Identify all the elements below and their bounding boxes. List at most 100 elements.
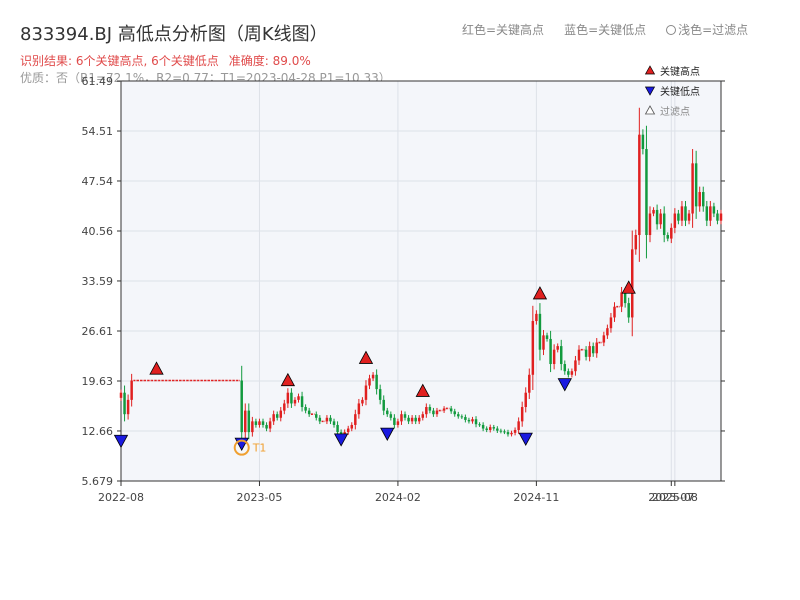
candle xyxy=(552,349,556,365)
candle xyxy=(570,371,574,375)
candle xyxy=(357,403,361,415)
candle xyxy=(432,410,435,415)
candle xyxy=(623,292,627,304)
candle xyxy=(666,235,669,239)
candle xyxy=(393,417,396,425)
candle xyxy=(719,213,723,221)
candle xyxy=(449,408,453,412)
y-tick-label: 33.59 xyxy=(82,275,114,288)
candle xyxy=(471,419,474,422)
candle xyxy=(538,313,542,350)
candle xyxy=(609,317,613,329)
candle xyxy=(531,321,535,375)
candle xyxy=(485,428,488,430)
candle xyxy=(283,403,286,411)
candle xyxy=(655,209,659,225)
candle xyxy=(428,407,432,411)
candle xyxy=(410,417,414,422)
candle xyxy=(602,335,606,343)
candle xyxy=(346,428,350,433)
x-tick-label: 2024-02 xyxy=(375,491,421,504)
candle xyxy=(460,416,464,418)
candle xyxy=(684,206,687,221)
candle xyxy=(694,163,698,207)
candle xyxy=(254,421,258,425)
candle xyxy=(687,213,691,221)
y-tick-label: 19.63 xyxy=(82,375,114,388)
candle xyxy=(126,399,130,415)
candle xyxy=(478,424,481,426)
candle xyxy=(542,335,545,350)
candle xyxy=(545,335,549,339)
x-tick-label: 2023-05 xyxy=(236,491,282,504)
candle xyxy=(265,424,268,429)
candle xyxy=(574,360,577,372)
candle xyxy=(680,206,684,221)
candle xyxy=(464,417,467,420)
candle xyxy=(318,417,322,422)
candle xyxy=(240,380,243,433)
candle xyxy=(524,392,527,408)
candle xyxy=(691,163,694,214)
candle xyxy=(453,411,456,415)
candle xyxy=(300,396,304,408)
candle xyxy=(286,392,290,404)
candle xyxy=(368,378,371,386)
legend-item-label: 过滤点 xyxy=(660,105,690,118)
candle xyxy=(481,424,485,429)
candle xyxy=(467,419,471,422)
candle xyxy=(716,213,719,221)
candle xyxy=(268,421,272,429)
candle xyxy=(371,374,375,379)
candle xyxy=(631,249,634,318)
candle xyxy=(386,410,389,415)
candle xyxy=(510,432,513,435)
candle xyxy=(396,421,400,425)
candle xyxy=(474,419,478,425)
candle xyxy=(620,292,623,307)
y-tick-label: 47.54 xyxy=(82,175,114,188)
candlestick-chart: T1 5.679 12.66 19.63 26.61 33.59 40.56 47.54 54… xyxy=(82,65,725,504)
candle xyxy=(403,414,407,418)
candle xyxy=(591,346,595,354)
candle xyxy=(378,389,382,400)
candle xyxy=(634,235,638,250)
candle xyxy=(506,432,510,435)
legend-item-label: 关键高点 xyxy=(660,65,700,78)
x-tick-label: 2022-08 xyxy=(98,491,144,504)
candle xyxy=(272,414,275,422)
candle xyxy=(627,303,630,318)
candle xyxy=(613,306,616,318)
candle xyxy=(595,342,598,354)
candle xyxy=(528,374,531,393)
candle xyxy=(442,408,446,411)
candle xyxy=(503,431,506,433)
legend-high-icon xyxy=(644,65,656,75)
candle xyxy=(712,206,716,214)
candle xyxy=(123,392,126,415)
candle xyxy=(354,414,357,425)
candle xyxy=(677,213,680,221)
candle xyxy=(400,414,403,422)
candle xyxy=(549,338,552,365)
candle xyxy=(350,424,354,429)
candle xyxy=(417,417,421,422)
candle xyxy=(517,421,520,430)
candle xyxy=(293,399,297,404)
candle xyxy=(251,421,254,433)
candle xyxy=(641,134,645,150)
candle xyxy=(535,313,538,322)
candle xyxy=(279,410,283,418)
candle xyxy=(364,385,368,400)
candle xyxy=(382,399,385,411)
candle xyxy=(325,417,329,422)
candle xyxy=(332,421,336,425)
candle xyxy=(513,429,517,433)
candle xyxy=(577,349,581,361)
legend-item-label: 关键低点 xyxy=(660,85,700,98)
x-tick-label: 2025-08 xyxy=(652,491,698,504)
y-tick-label: 54.51 xyxy=(82,125,114,138)
candle xyxy=(645,149,648,236)
candle xyxy=(457,414,460,417)
candle xyxy=(435,410,439,415)
